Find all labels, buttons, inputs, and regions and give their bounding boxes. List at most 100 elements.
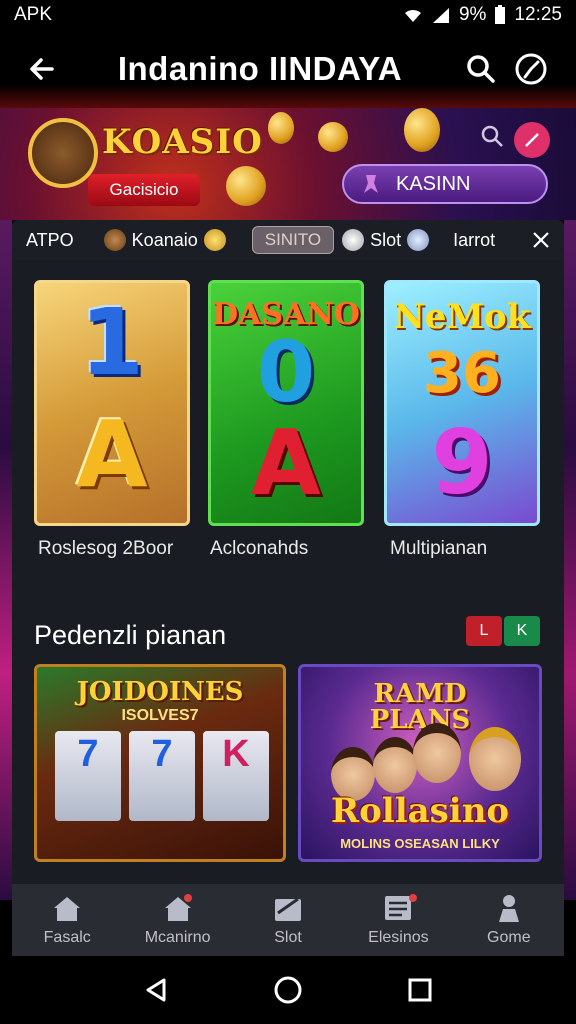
promo-title: RAMD PLANS: [369, 679, 471, 735]
triangle-back-icon: [146, 978, 166, 1002]
square-recents-icon: [408, 978, 432, 1002]
character-avatar: [373, 737, 417, 793]
hero-brand: KOASIO: [102, 122, 263, 162]
gem-icon: [407, 229, 430, 251]
coin-decoration: [226, 166, 266, 206]
filter-chip-slot[interactable]: Slot: [342, 229, 430, 251]
slot-icon: [271, 893, 305, 923]
slot-reel: 7: [129, 731, 195, 821]
side-glow-left: [0, 220, 12, 900]
filter-chip-iarrot[interactable]: Iarrot: [453, 230, 495, 251]
nav-item-list[interactable]: Elesinos: [343, 884, 453, 956]
nav-label: Fasalc: [43, 929, 91, 946]
coin-pile: [121, 823, 155, 853]
game-card-label: Roslesog 2Boor: [38, 538, 174, 559]
wifi-icon: [404, 9, 421, 22]
card-glyph-bottom: A: [251, 411, 321, 516]
hero-badge: Gacisicio: [88, 174, 200, 206]
hero-banner[interactable]: KOASIO Gacisicio KASINN: [0, 108, 576, 220]
signal-icon: [432, 8, 449, 23]
clock: 12:25: [514, 4, 562, 25]
filter-chip-sinito[interactable]: SINITO: [251, 226, 335, 254]
battery-icon: [495, 5, 506, 24]
nav-item-profile[interactable]: Gome: [454, 884, 564, 956]
nav-label: Mcanirno: [144, 929, 211, 946]
game-card-label: Multipianan: [390, 538, 488, 559]
clock-icon: [515, 53, 547, 85]
game-card[interactable]: DASANO 0 A: [208, 280, 364, 526]
battery-percent: 9%: [458, 4, 487, 25]
user-pill-label: KASINN: [396, 172, 471, 195]
filter-label: ATPO: [26, 229, 74, 250]
promo-card-right[interactable]: RAMD PLANS Rollasino MOLINS OSEASAN LILK…: [298, 664, 542, 862]
coin-decoration: [404, 108, 440, 152]
person-icon: [492, 893, 526, 923]
status-bar: APK 9% 12:25: [0, 0, 576, 30]
nav-label: Gome: [487, 929, 531, 946]
card-heading: NeMok: [393, 297, 531, 337]
filter-label: Koanaio: [131, 229, 198, 250]
system-back-button[interactable]: [136, 970, 176, 1010]
section-next-button[interactable]: K: [504, 616, 540, 646]
coin-decoration: [318, 122, 348, 152]
user-pill-button[interactable]: KASINN: [342, 164, 548, 204]
app-bar: Indanino IINDAYA: [0, 30, 576, 108]
nav-label: Elesinos: [368, 929, 429, 946]
filter-chip-koanaio[interactable]: Koanaio: [103, 229, 226, 251]
arrow-left-icon: [30, 58, 54, 80]
search-icon[interactable]: [480, 124, 504, 148]
nav-label: Slot: [274, 929, 302, 946]
coin-pile: [89, 817, 123, 847]
status-left-text: APK: [14, 4, 53, 25]
notification-dot: [409, 894, 418, 902]
section-title: Pedenzli pianan: [34, 620, 227, 650]
card-glyph-top: 1: [79, 289, 144, 396]
card-glyph-top: 0: [256, 323, 316, 421]
filter-chip-atpo[interactable]: ATPO: [26, 230, 74, 251]
card-glyph-top: 36: [423, 341, 501, 406]
coin-icon: [203, 229, 226, 251]
slot-reel: 7: [55, 731, 121, 821]
mute-button[interactable]: [514, 122, 550, 158]
coin-pile: [221, 817, 251, 845]
game-card[interactable]: NeMok 36 9: [384, 280, 540, 526]
home-icon: [50, 893, 84, 923]
game-card[interactable]: 1 A: [34, 280, 190, 526]
nav-item-slot[interactable]: Slot: [233, 884, 343, 956]
character-avatar: [413, 723, 461, 783]
promo-brand: Rollasino: [330, 791, 510, 831]
slot-reel: K: [203, 731, 269, 821]
app-title: Indanino IINDAYA: [117, 50, 403, 87]
system-recents-button[interactable]: [400, 970, 440, 1010]
promo-footer: MOLINS OSEASAN LILKY: [340, 836, 500, 851]
search-icon: [467, 55, 495, 83]
system-home-button[interactable]: [268, 970, 308, 1010]
search-button[interactable]: [456, 44, 506, 94]
coin-decoration: [268, 112, 294, 144]
game-card-label: Aclconahds: [210, 538, 309, 559]
character-avatar: [469, 727, 521, 791]
promo-card-left[interactable]: JOIDOINES ISOLVES7 7 7 K: [34, 664, 286, 862]
nav-item-casino[interactable]: Mcanirno: [122, 884, 232, 956]
filter-label: Slot: [370, 229, 402, 250]
ribbon-icon: [364, 175, 378, 193]
promo-subtitle: ISOLVES7: [121, 707, 199, 724]
back-button[interactable]: [20, 47, 64, 91]
circle-home-icon: [274, 976, 302, 1004]
promo-title: JOIDOINES: [76, 677, 244, 707]
system-nav-bar: [0, 956, 576, 1024]
main-panel: 1 A DASANO 0 A NeMok 36 9 Roslesog 2Boor…: [12, 260, 564, 884]
chest-icon: [103, 229, 126, 251]
egg-icon: [342, 229, 365, 251]
section-prev-button[interactable]: L: [466, 616, 502, 646]
filter-bar: ATPO Koanaio SINITO Slot Iarrot: [12, 220, 564, 260]
card-glyph-bottom: 9: [431, 411, 493, 514]
card-glyph-bottom: A: [76, 401, 148, 508]
bottom-nav: Fasalc Mcanirno Slot Elesinos Gome: [12, 884, 564, 956]
profile-button[interactable]: [506, 44, 556, 94]
coin-pile: [187, 825, 219, 853]
mute-icon: [525, 133, 539, 147]
nav-item-home[interactable]: Fasalc: [12, 884, 122, 956]
close-icon[interactable]: [532, 231, 550, 249]
side-glow-right: [564, 220, 576, 900]
